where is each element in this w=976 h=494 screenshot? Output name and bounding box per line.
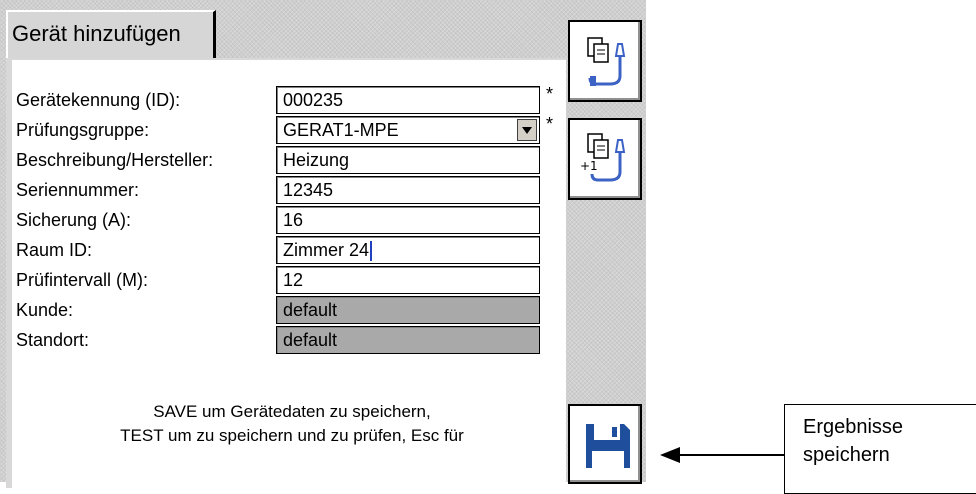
- tab-title: Gerät hinzufügen: [12, 21, 181, 46]
- form-panel: Gerätekennung (ID): 000235 * Prüfungsgru…: [6, 58, 566, 488]
- label-device-id: Gerätekennung (ID):: [16, 90, 181, 110]
- location-field: default: [276, 326, 540, 354]
- label-room: Raum ID:: [16, 240, 93, 260]
- annotation-box: Ergebnisse speichern: [784, 404, 976, 494]
- chevron-down-icon[interactable]: [517, 119, 537, 141]
- form-row-location: Standort: default: [12, 326, 572, 356]
- serial-input[interactable]: 12345: [276, 176, 540, 204]
- copy-plug-icon: [587, 37, 626, 86]
- label-customer: Kunde:: [16, 300, 74, 320]
- required-marker: *: [546, 114, 554, 134]
- label-serial: Seriennummer:: [16, 180, 140, 200]
- copy-plug-increment-icon: +1: [580, 133, 626, 182]
- arrow-left-icon: [660, 447, 680, 463]
- annotation-line-1: Ergebnisse: [803, 416, 904, 438]
- room-id-input[interactable]: Zimmer 24: [276, 236, 540, 264]
- label-test-group: Prüfungsgruppe:: [16, 120, 150, 140]
- test-group-select[interactable]: GERAT1-MPE: [276, 116, 540, 144]
- test-group-value: GERAT1-MPE: [283, 120, 399, 140]
- info-line-2: TEST um zu speichern und zu prüfen, Esc …: [120, 426, 464, 445]
- info-text: SAVE um Gerätedaten zu speichern, TEST u…: [12, 400, 572, 448]
- description-input[interactable]: Heizung: [276, 146, 540, 174]
- interval-input[interactable]: 12: [276, 266, 540, 294]
- info-line-1: SAVE um Gerätedaten zu speichern,: [153, 402, 431, 421]
- required-marker: *: [546, 84, 554, 104]
- form-row-test-group: Prüfungsgruppe: GERAT1-MPE *: [12, 114, 572, 146]
- label-description: Beschreibung/Hersteller:: [16, 150, 214, 170]
- label-location: Standort:: [16, 330, 90, 350]
- form-row-fuse: Sicherung (A): 16: [12, 206, 572, 236]
- floppy-disk-icon: [586, 424, 630, 468]
- label-interval: Prüfintervall (M):: [16, 270, 149, 290]
- room-id-value: Zimmer 24: [283, 240, 370, 260]
- tab-add-device[interactable]: Gerät hinzufügen: [6, 10, 216, 58]
- form-row-room: Raum ID: Zimmer 24: [12, 236, 572, 266]
- form-row-interval: Prüfintervall (M): 12: [12, 266, 572, 296]
- form-row-description: Beschreibung/Hersteller: Heizung: [12, 146, 572, 176]
- increment-label: +1: [580, 159, 598, 173]
- device-id-input[interactable]: 000235: [276, 86, 540, 114]
- device-screen: Gerät hinzufügen Gerätekennung (ID): 000…: [0, 0, 646, 488]
- annotation-line-2: speichern: [803, 444, 890, 466]
- form-row-serial: Seriennummer: 12345: [12, 176, 572, 206]
- copy-increment-button[interactable]: +1: [568, 118, 642, 200]
- label-fuse: Sicherung (A):: [16, 210, 132, 230]
- text-cursor: [370, 241, 373, 262]
- arrow-line: [680, 454, 784, 456]
- form-row-device-id: Gerätekennung (ID): 000235 *: [12, 84, 572, 116]
- fuse-input[interactable]: 16: [276, 206, 540, 234]
- save-button[interactable]: [568, 404, 642, 484]
- form-row-customer: Kunde: default: [12, 296, 572, 326]
- customer-field: default: [276, 296, 540, 324]
- copy-device-button[interactable]: [568, 20, 642, 102]
